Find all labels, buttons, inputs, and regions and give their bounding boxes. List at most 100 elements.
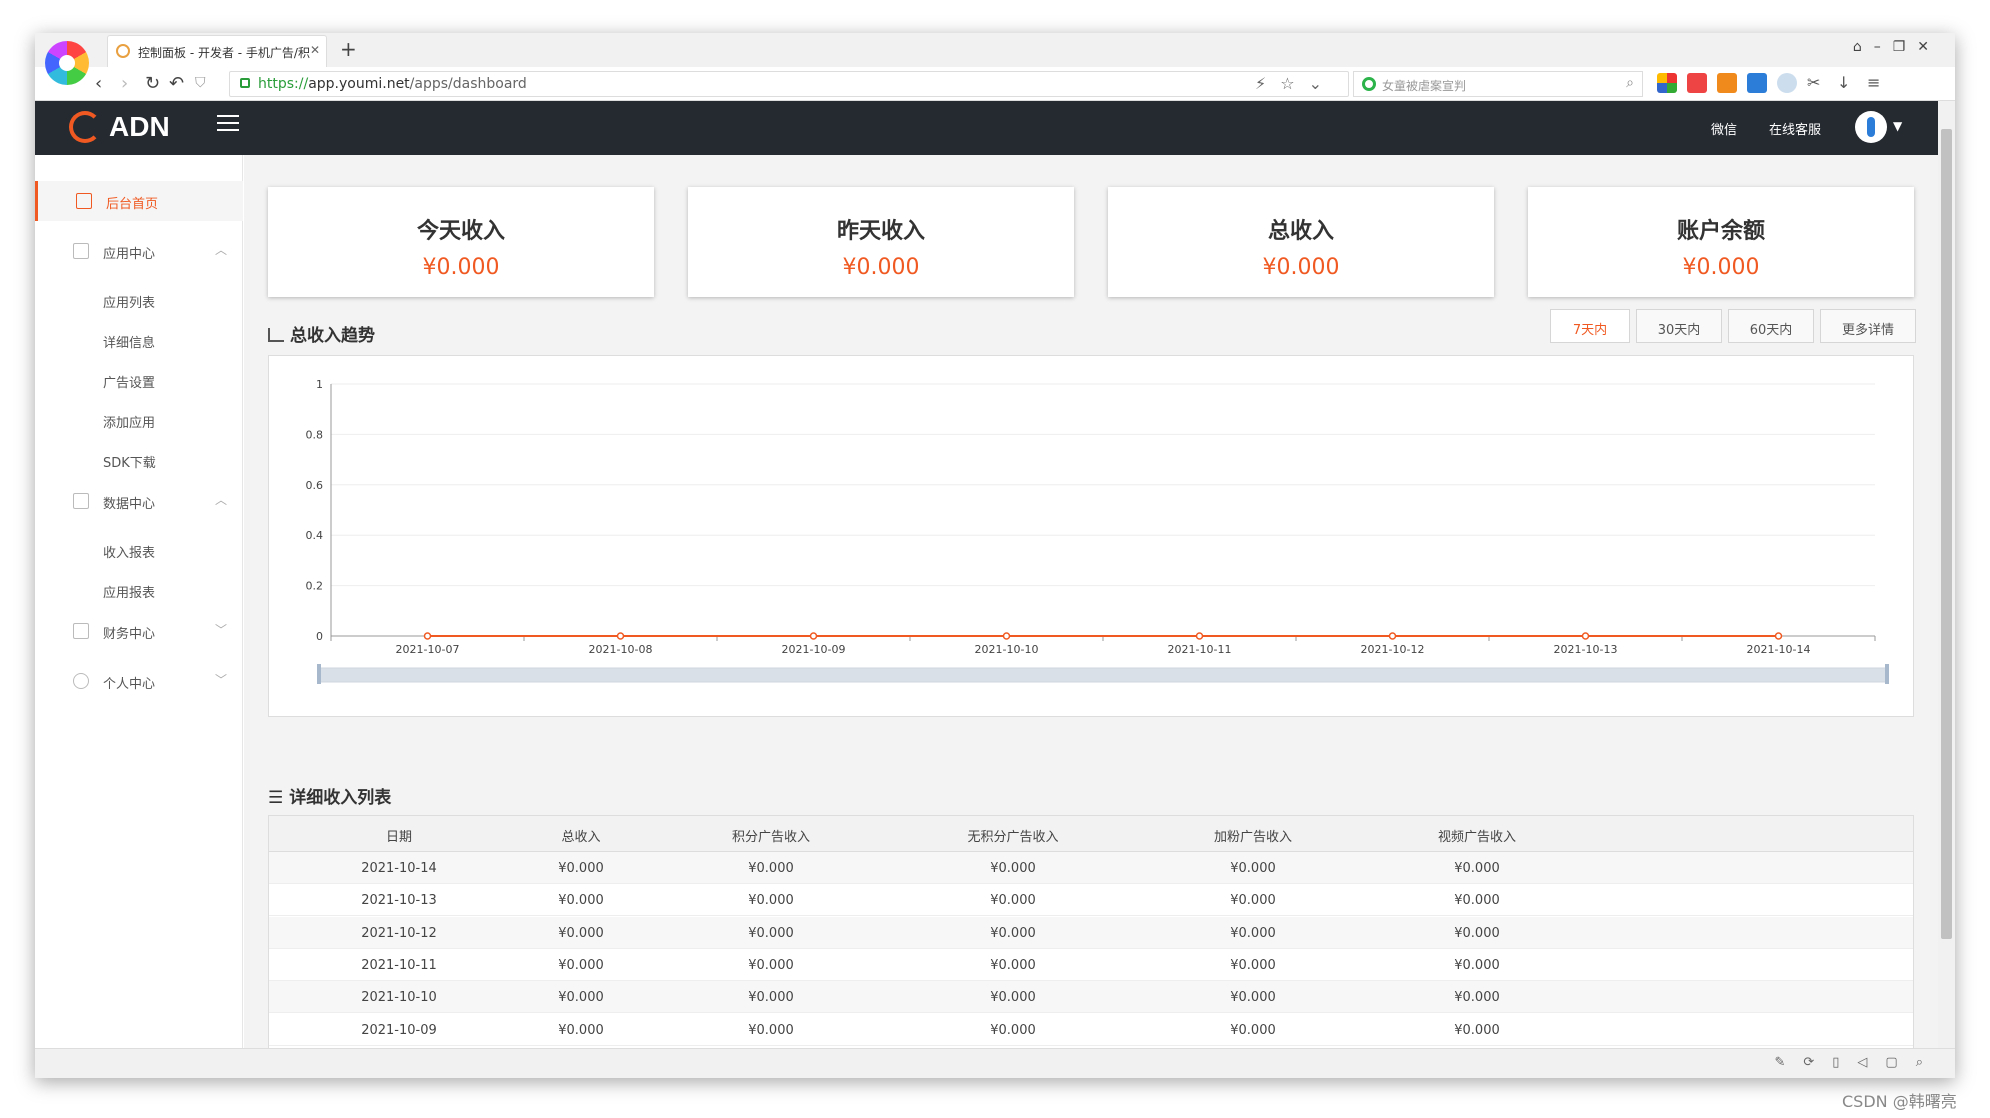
apps-grid-icon[interactable] [1657, 73, 1677, 93]
more-details-button[interactable]: 更多详情 [1820, 309, 1916, 343]
table-cell: ¥0.000 [748, 893, 794, 909]
new-tab-button[interactable]: + [340, 37, 357, 61]
stat-card-total: 总收入 ¥0.000 [1108, 187, 1494, 297]
table-cell: ¥0.000 [1454, 893, 1500, 909]
x-tick-label: 2021-10-08 [589, 643, 653, 656]
y-tick-label: 0 [316, 630, 323, 643]
data-point [1774, 632, 1783, 640]
page-scrollbar[interactable] [1938, 101, 1955, 1048]
data-point [1581, 632, 1590, 640]
sidebar-item-income-report[interactable]: 收入报表 [103, 542, 155, 561]
browser-menu-icon[interactable]: ≡ [1867, 73, 1887, 93]
window-icon[interactable]: ▢ [1885, 1055, 1915, 1070]
bookmark-star-icon[interactable]: ☆ [1280, 74, 1308, 93]
data-point [423, 632, 432, 640]
scrollbar-thumb[interactable] [1941, 129, 1952, 939]
refresh-icon[interactable]: ⟳ [1803, 1055, 1832, 1070]
sidebar-item-ad-settings[interactable]: 广告设置 [103, 372, 155, 391]
table-header-cell: 日期 [385, 830, 413, 845]
search-placeholder: 女童被虐案宣判 [1382, 79, 1467, 93]
browser-logo-icon[interactable] [45, 41, 89, 85]
zoom-icon[interactable]: ⌕ [1916, 1055, 1941, 1070]
download-icon[interactable]: ↓ [1837, 73, 1857, 93]
window-controls[interactable]: ⌂–❐✕ [1853, 39, 1941, 55]
game-icon[interactable] [1687, 73, 1707, 93]
table-cell: ¥0.000 [1454, 990, 1500, 1006]
range-60-days-button[interactable]: 60天内 [1728, 309, 1814, 343]
chevron-up-icon: ︿ [215, 243, 228, 257]
user-icon [73, 673, 89, 689]
url-actions: ⚡☆⌄ [1255, 74, 1336, 93]
chevron-down-icon[interactable]: ⌄ [1309, 74, 1336, 93]
address-bar: ‹ › ↻ ↶ ⛉ https://app.youmi.net/apps/das… [35, 67, 1955, 101]
sidebar-item-app-details[interactable]: 详细信息 [103, 332, 155, 351]
table-row: 2021-10-11 ¥0.000 ¥0.000 ¥0.000 ¥0.000 ¥0.000 [269, 949, 1913, 981]
forward-icon[interactable]: › [121, 73, 128, 94]
table-cell: ¥0.000 [558, 893, 604, 909]
search-icon[interactable]: ⌕ [1626, 75, 1634, 91]
close-tab-icon[interactable]: ✕ [310, 43, 320, 57]
table-cell: ¥0.000 [1454, 1022, 1500, 1038]
table-cell: 2021-10-10 [361, 990, 437, 1006]
shield-icon[interactable]: ⛉ [195, 75, 206, 91]
sidebar-item-home[interactable]: 后台首页 [35, 181, 243, 221]
table-header-cell: 总收入 [561, 830, 601, 845]
table-cell: ¥0.000 [558, 957, 604, 973]
skin-icon[interactable]: ⌂ [1853, 39, 1874, 55]
range-30-days-button[interactable]: 30天内 [1636, 309, 1722, 343]
sidebar-item-label: 财务中心 [103, 627, 156, 642]
shopping-icon[interactable] [1717, 73, 1737, 93]
pin-icon[interactable]: ✎ [1774, 1055, 1803, 1070]
x-tick-label: 2021-10-13 [1554, 643, 1618, 656]
browser-tab[interactable]: 控制面板 - 开发者 - 手机广告/积 ✕ [107, 35, 327, 67]
trend-section-title: 总收入趋势 [268, 321, 375, 346]
sidebar-item-app-list[interactable]: 应用列表 [103, 292, 155, 311]
back-icon[interactable]: ‹ [95, 73, 102, 94]
range-7-days-button[interactable]: 7天内 [1550, 309, 1630, 343]
sidebar-item-app-center[interactable]: 应用中心 ︿ [35, 231, 243, 271]
sidebar-item-app-report[interactable]: 应用报表 [103, 582, 155, 601]
card-value: ¥0.000 [1262, 255, 1340, 280]
user-avatar-icon[interactable] [1855, 111, 1887, 143]
minimize-icon[interactable]: – [1874, 39, 1893, 55]
card-title: 昨天收入 [836, 219, 925, 244]
caret-down-icon[interactable]: ▼ [1893, 119, 1902, 133]
online-service-link[interactable]: 在线客服 [1769, 119, 1821, 138]
volume-icon[interactable]: ◁ [1857, 1055, 1885, 1070]
translate-icon[interactable] [1747, 73, 1767, 93]
sidebar-item-sdk-download[interactable]: SDK下载 [103, 452, 156, 471]
trend-chart-svg: 0 0.2 0.4 0.6 0.8 1 2021-10-07 2021-10-08 2021-1… [306, 378, 1889, 684]
page-favicon-icon [116, 44, 130, 58]
maximize-icon[interactable]: ❐ [1893, 39, 1918, 55]
data-point [809, 632, 818, 640]
flash-icon[interactable]: ⚡ [1255, 74, 1280, 93]
hamburger-menu-icon[interactable] [217, 115, 239, 135]
x-tick-label: 2021-10-10 [975, 643, 1039, 656]
url-input[interactable]: https://app.youmi.net/apps/dashboard ⚡☆⌄ [229, 71, 1349, 97]
table-cell: ¥0.000 [1454, 957, 1500, 973]
table-cell: ¥0.000 [990, 957, 1036, 973]
brand-logo[interactable]: ADN [69, 111, 170, 143]
reload-icon[interactable]: ↻ [145, 73, 160, 94]
sidebar-item-data-center[interactable]: 数据中心 ︿ [35, 481, 243, 521]
data-point [616, 632, 625, 640]
close-window-icon[interactable]: ✕ [1917, 39, 1941, 55]
x-tick-label: 2021-10-07 [396, 643, 460, 656]
minus-circle-icon[interactable] [1777, 73, 1797, 93]
wechat-link[interactable]: 微信 [1711, 119, 1737, 138]
search-input[interactable]: 女童被虐案宣判 ⌕ [1353, 71, 1643, 97]
trash-icon[interactable]: ▯ [1832, 1055, 1857, 1070]
income-table: 日期 总收入 积分广告收入 无积分广告收入 加粉广告收入 视频广告收入 2021-10-1… [268, 815, 1914, 1078]
undo-icon[interactable]: ↶ [169, 73, 184, 94]
table-cell: ¥0.000 [1454, 861, 1500, 876]
table-cell: ¥0.000 [990, 990, 1036, 1006]
scissors-icon[interactable]: ✂ [1807, 73, 1827, 93]
table-row: 2021-10-13 ¥0.000 ¥0.000 ¥0.000 ¥0.000 ¥0.000 [269, 884, 1913, 917]
sidebar-item-add-app[interactable]: 添加应用 [103, 412, 155, 431]
sidebar-item-personal-center[interactable]: 个人中心 ﹀ [35, 661, 243, 701]
y-tick-label: 1 [316, 378, 323, 391]
sidebar-item-finance-center[interactable]: 财务中心 ﹀ [35, 611, 243, 651]
trend-title-text: 总收入趋势 [290, 326, 375, 346]
table-section-title: ☰ 详细收入列表 [268, 783, 391, 808]
table-cell: ¥0.000 [558, 861, 604, 876]
